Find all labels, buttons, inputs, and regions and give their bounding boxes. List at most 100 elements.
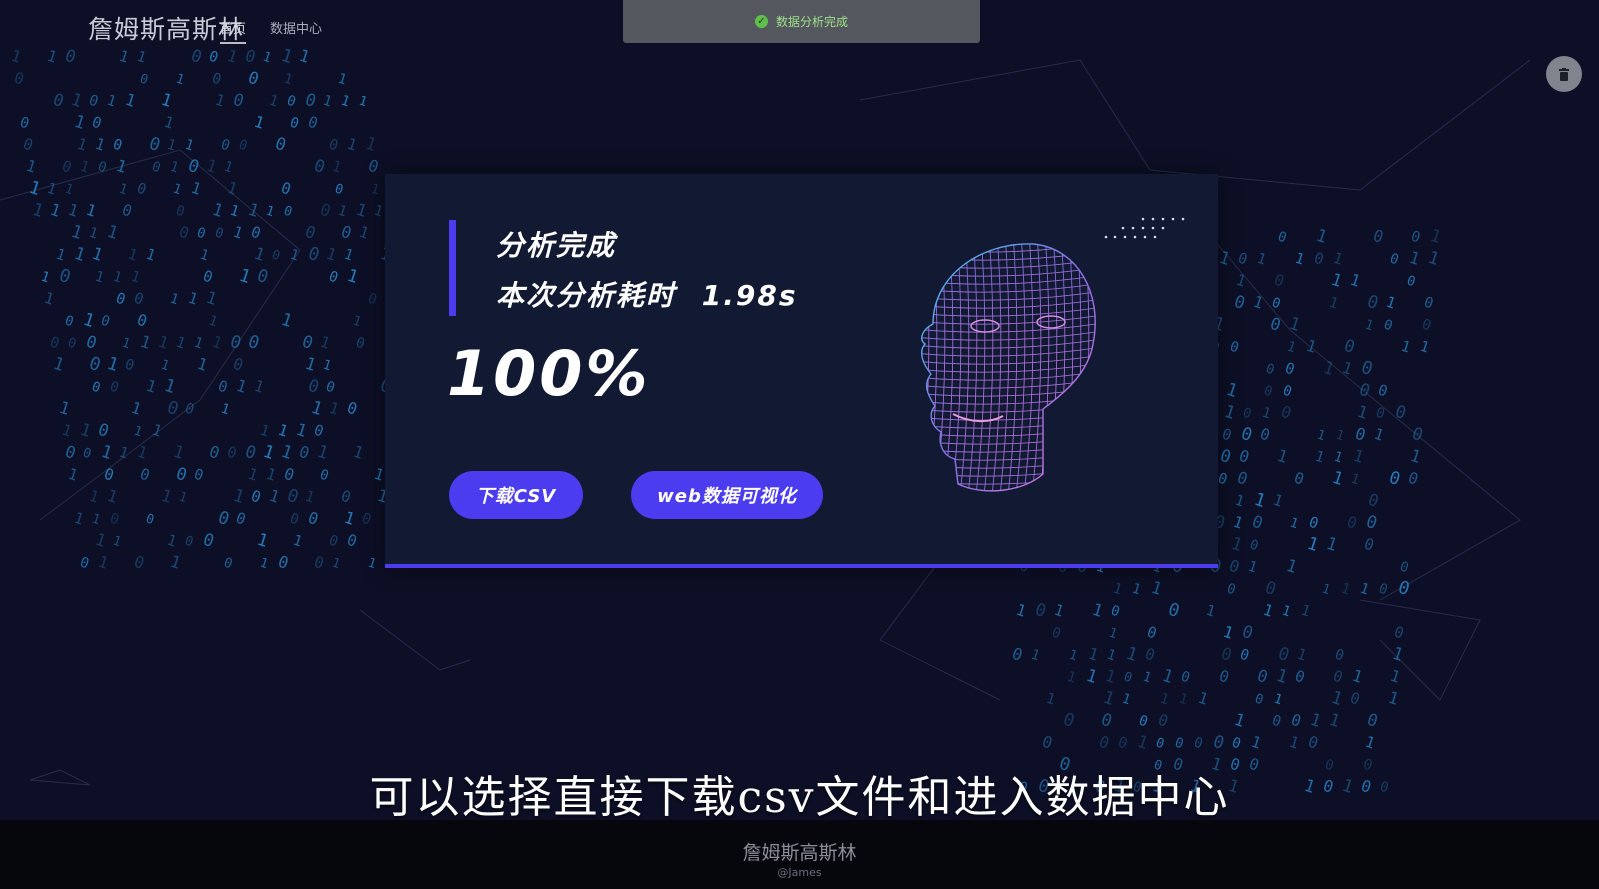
svg-text:1: 1 <box>1388 666 1403 687</box>
svg-text:1: 1 <box>234 376 249 397</box>
svg-text:1: 1 <box>252 243 268 265</box>
svg-text:1: 1 <box>198 247 211 265</box>
svg-text:0: 0 <box>51 90 66 111</box>
svg-text:0: 0 <box>1275 644 1291 666</box>
svg-text:0: 0 <box>1050 625 1063 643</box>
svg-text:1: 1 <box>1261 600 1276 621</box>
download-csv-button[interactable]: 下载CSV <box>449 471 583 519</box>
svg-text:1: 1 <box>80 309 97 332</box>
svg-text:1: 1 <box>321 93 334 111</box>
svg-text:1: 1 <box>1149 577 1165 599</box>
svg-text:0: 0 <box>1270 713 1283 731</box>
svg-text:1: 1 <box>228 203 241 221</box>
svg-text:0: 0 <box>174 463 190 485</box>
svg-text:1: 1 <box>330 556 342 573</box>
svg-text:0: 0 <box>1409 228 1423 247</box>
svg-text:1: 1 <box>186 289 200 309</box>
svg-text:1: 1 <box>1014 601 1029 621</box>
svg-text:0: 0 <box>132 289 146 309</box>
nav-item-data-center[interactable]: 数据中心 <box>270 18 322 37</box>
svg-text:0: 0 <box>138 465 152 485</box>
svg-text:1: 1 <box>39 269 52 287</box>
svg-text:0: 0 <box>1363 512 1379 534</box>
svg-text:1: 1 <box>45 180 59 199</box>
svg-text:0: 0 <box>249 487 263 507</box>
svg-text:1: 1 <box>138 332 153 353</box>
svg-text:1: 1 <box>105 486 120 507</box>
progress-percent: 100% <box>447 337 651 410</box>
svg-text:0: 0 <box>245 332 261 354</box>
svg-text:1: 1 <box>1329 468 1345 490</box>
svg-text:0: 0 <box>312 422 326 441</box>
svg-text:0: 0 <box>306 508 321 529</box>
svg-text:1: 1 <box>1251 489 1268 512</box>
svg-text:0: 0 <box>1276 229 1289 247</box>
svg-text:1: 1 <box>1350 666 1365 687</box>
nav-item-home[interactable]: 首页 <box>220 18 247 44</box>
svg-text:1: 1 <box>336 71 349 89</box>
svg-text:1: 1 <box>66 465 80 485</box>
svg-text:1: 1 <box>93 529 109 551</box>
svg-text:1: 1 <box>1358 581 1371 599</box>
svg-text:0: 0 <box>327 269 340 287</box>
svg-text:0: 0 <box>339 487 353 507</box>
svg-text:0: 0 <box>1272 270 1287 291</box>
svg-text:0: 0 <box>66 336 78 353</box>
svg-text:0: 0 <box>1219 644 1234 665</box>
svg-text:0: 0 <box>216 377 230 397</box>
svg-text:1: 1 <box>29 200 45 222</box>
elapsed-time-label: 本次分析耗时 <box>496 279 677 312</box>
svg-text:0: 0 <box>1331 667 1345 687</box>
svg-text:0: 0 <box>195 225 208 243</box>
web-visualization-button[interactable]: web数据可视化 <box>631 471 823 519</box>
svg-text:0: 0 <box>282 204 294 221</box>
svg-text:1: 1 <box>1355 402 1370 423</box>
svg-text:0: 0 <box>1281 383 1294 401</box>
svg-text:0: 0 <box>1227 556 1242 577</box>
svg-text:1: 1 <box>192 335 205 353</box>
svg-text:1: 1 <box>1271 491 1285 511</box>
svg-text:1: 1 <box>165 531 179 551</box>
svg-text:1: 1 <box>1120 691 1133 709</box>
svg-text:0: 0 <box>1253 692 1265 709</box>
svg-text:0: 0 <box>1145 623 1159 643</box>
svg-text:0: 0 <box>1109 603 1122 621</box>
svg-text:0: 0 <box>210 70 224 89</box>
svg-text:1: 1 <box>1177 691 1190 709</box>
svg-text:0: 0 <box>1137 713 1150 731</box>
svg-text:0: 0 <box>1143 645 1157 665</box>
svg-text:1: 1 <box>170 442 186 464</box>
svg-text:0: 0 <box>1262 578 1278 600</box>
svg-text:1: 1 <box>144 376 159 397</box>
svg-text:0: 0 <box>1307 514 1321 533</box>
svg-text:0: 0 <box>303 222 318 243</box>
svg-text:1: 1 <box>24 156 39 177</box>
svg-text:1: 1 <box>318 333 332 353</box>
svg-text:1: 1 <box>1304 336 1319 357</box>
svg-text:1: 1 <box>132 424 144 441</box>
svg-text:1: 1 <box>1313 226 1329 248</box>
svg-text:0: 0 <box>285 93 298 111</box>
svg-text:1: 1 <box>314 442 330 464</box>
svg-text:0: 0 <box>1358 357 1375 380</box>
svg-text:0: 0 <box>366 291 379 309</box>
trash-button[interactable] <box>1546 56 1582 92</box>
svg-text:1: 1 <box>90 244 105 265</box>
svg-text:1: 1 <box>288 247 301 265</box>
svg-text:1: 1 <box>276 421 290 441</box>
svg-text:0: 0 <box>284 485 301 508</box>
svg-text:1: 1 <box>327 399 341 419</box>
svg-text:0: 0 <box>144 512 156 529</box>
svg-text:1: 1 <box>207 313 220 331</box>
svg-text:0: 0 <box>1405 274 1417 291</box>
svg-text:0: 0 <box>86 353 103 376</box>
svg-text:1: 1 <box>1196 688 1211 709</box>
svg-text:0: 0 <box>81 446 93 463</box>
svg-text:1: 1 <box>1384 293 1398 313</box>
svg-text:0: 0 <box>305 244 321 266</box>
svg-text:0: 0 <box>132 552 147 573</box>
svg-text:0: 0 <box>318 200 333 221</box>
svg-text:0: 0 <box>1356 380 1372 402</box>
svg-text:1: 1 <box>1408 446 1423 467</box>
svg-text:0: 0 <box>1040 732 1055 753</box>
